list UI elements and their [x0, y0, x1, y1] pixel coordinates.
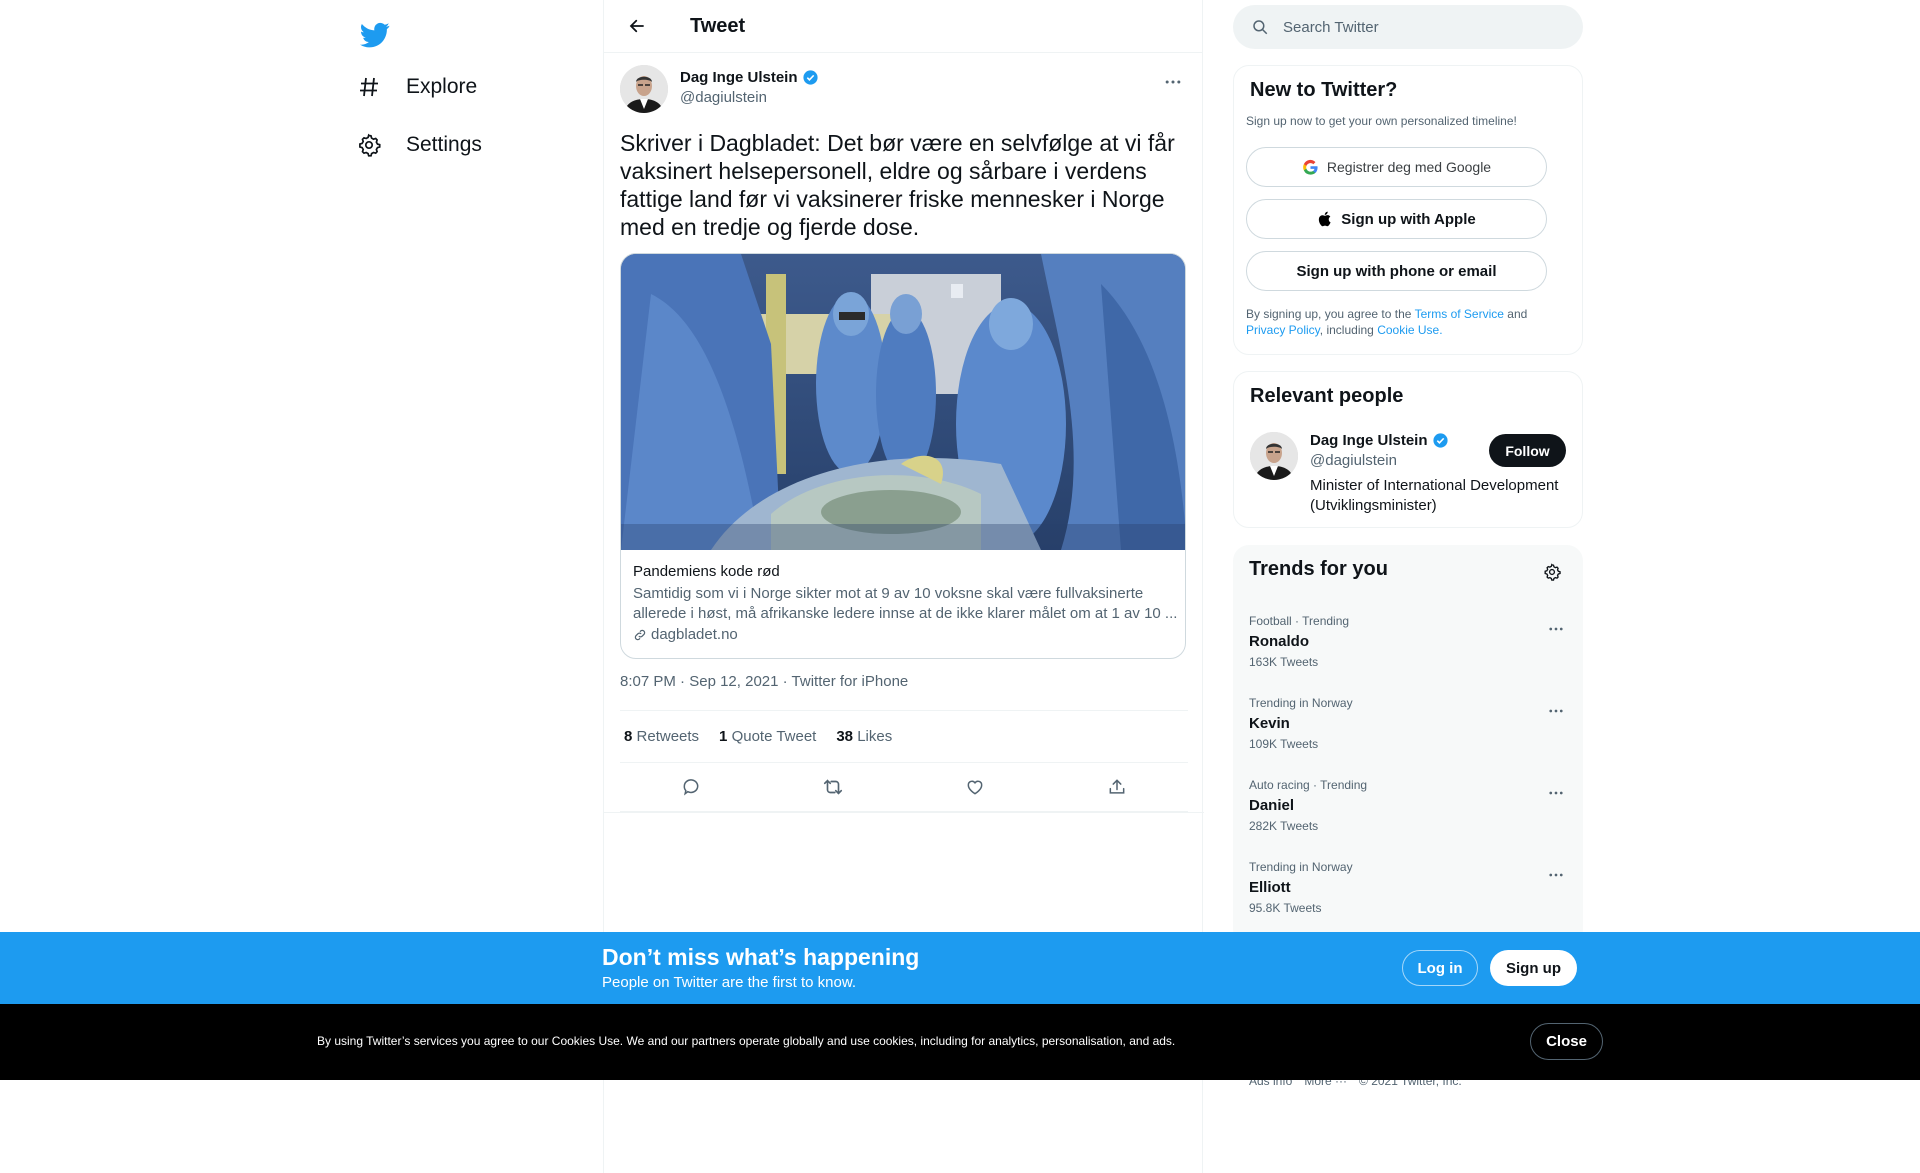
- signup-subtitle: Sign up now to get your own personalized…: [1246, 114, 1517, 128]
- reply-button[interactable]: [674, 770, 708, 804]
- apple-icon: [1319, 211, 1331, 227]
- close-button[interactable]: Close: [1530, 1023, 1603, 1060]
- arrow-left-icon: [629, 19, 644, 33]
- twitter-logo-icon[interactable]: [350, 10, 400, 60]
- cookie-use-link[interactable]: Cookie Use.: [1377, 323, 1442, 337]
- signup-title: New to Twitter?: [1250, 79, 1398, 101]
- relevant-person-bio: Minister of International Development (U…: [1310, 477, 1559, 514]
- more-horizontal-icon: [1549, 873, 1563, 877]
- search-box[interactable]: [1233, 5, 1583, 49]
- nav-item-explore[interactable]: Explore: [350, 62, 489, 112]
- apple-signup-button[interactable]: Sign up with Apple: [1246, 199, 1547, 239]
- gear-icon: [1544, 563, 1561, 581]
- retweets-stat[interactable]: 8 Retweets: [624, 728, 699, 745]
- terms-of-service-link[interactable]: Terms of Service: [1415, 307, 1504, 321]
- trends-settings-button[interactable]: [1537, 557, 1567, 587]
- author-name[interactable]: Dag Inge Ulstein: [680, 69, 819, 86]
- tweet-time[interactable]: 8:07 PM: [620, 673, 676, 690]
- signup-terms: By signing up, you agree to the Terms of…: [1246, 307, 1528, 337]
- share-button[interactable]: [1100, 770, 1134, 804]
- more-horizontal-icon: [1549, 791, 1563, 795]
- likes-stat[interactable]: 38 Likes: [836, 728, 892, 745]
- retweet-icon: [823, 779, 843, 795]
- gear-icon: [354, 130, 384, 160]
- login-banner: Don’t miss what’s happening People on Tw…: [0, 932, 1920, 1004]
- trends-title: Trends for you: [1249, 558, 1388, 580]
- search-input[interactable]: [1283, 18, 1543, 36]
- back-button[interactable]: [620, 9, 654, 43]
- banner-heading: Don’t miss what’s happening: [602, 944, 920, 970]
- cookie-banner: By using Twitter’s services you agree to…: [0, 1004, 1920, 1080]
- nav-item-label: Settings: [406, 133, 482, 156]
- relevant-people-panel: Relevant people Dag Inge Ulstein @dagiul…: [1233, 371, 1583, 528]
- share-icon: [1109, 779, 1125, 794]
- trend-more-button[interactable]: [1541, 696, 1571, 726]
- like-button[interactable]: [958, 770, 992, 804]
- signup-button[interactable]: Sign up: [1490, 950, 1577, 986]
- card-image: [621, 254, 1185, 550]
- tweet-actions: [620, 763, 1188, 812]
- trend-more-button[interactable]: [1541, 778, 1571, 808]
- trend-item[interactable]: Football · Trending Ronaldo 163K Tweets: [1233, 602, 1583, 684]
- google-icon: [1303, 159, 1318, 175]
- tweet-meta: 8:07 PM · Sep 12, 2021 · Twitter for iPh…: [620, 673, 908, 690]
- hashtag-icon: [354, 72, 384, 102]
- trends-panel: Trends for you Football · Trending Ronal…: [1233, 545, 1583, 945]
- relevant-person-handle[interactable]: @dagiulstein: [1310, 452, 1397, 469]
- more-horizontal-icon: [1549, 627, 1563, 631]
- signup-panel: New to Twitter? Sign up now to get your …: [1233, 65, 1583, 355]
- verified-badge-icon: [802, 70, 818, 85]
- card-title: Pandemiens kode rød: [633, 563, 780, 580]
- trend-more-button[interactable]: [1541, 614, 1571, 644]
- trend-more-button[interactable]: [1541, 860, 1571, 890]
- reply-icon: [683, 779, 699, 796]
- card-description: Samtidig som vi i Norge sikter mot at 9 …: [633, 585, 1178, 622]
- heart-icon: [967, 780, 983, 795]
- trend-item[interactable]: Auto racing · Trending Daniel 282K Tweet…: [1233, 766, 1583, 848]
- tweet-text: Skriver i Dagbladet: Det bør være en sel…: [620, 130, 1175, 240]
- more-horizontal-icon: [1165, 80, 1181, 84]
- divider: [604, 812, 1204, 813]
- more-options-button[interactable]: [1158, 67, 1188, 97]
- card-domain: dagbladet.no: [633, 626, 1178, 643]
- author-handle[interactable]: @dagiulstein: [680, 89, 767, 106]
- tweet-stats: 8 Retweets 1 Quote Tweet 38 Likes: [620, 710, 1188, 763]
- avatar[interactable]: [1250, 432, 1298, 480]
- trend-item[interactable]: Trending in Norway Elliott 95.8K Tweets: [1233, 848, 1583, 930]
- retweet-button[interactable]: [816, 770, 850, 804]
- nav-item-settings[interactable]: Settings: [350, 120, 494, 170]
- login-button[interactable]: Log in: [1402, 950, 1478, 986]
- tweet-source[interactable]: Twitter for iPhone: [792, 673, 909, 690]
- tweet-date[interactable]: Sep 12, 2021: [689, 673, 778, 690]
- phone-email-signup-button[interactable]: Sign up with phone or email: [1246, 251, 1547, 291]
- privacy-policy-link[interactable]: Privacy Policy: [1246, 323, 1320, 337]
- page-title: Tweet: [690, 14, 746, 37]
- quote-tweets-stat[interactable]: 1 Quote Tweet: [719, 728, 816, 745]
- avatar[interactable]: [620, 65, 668, 113]
- nav-item-label: Explore: [406, 75, 478, 98]
- separator: ·: [782, 673, 792, 690]
- search-icon: [1253, 20, 1268, 35]
- relevant-people-title: Relevant people: [1250, 385, 1404, 407]
- tweet-header: Tweet: [604, 0, 1202, 53]
- more-horizontal-icon: [1549, 709, 1563, 713]
- separator: ·: [680, 673, 690, 690]
- relevant-person-name[interactable]: Dag Inge Ulstein: [1310, 432, 1449, 449]
- trend-item[interactable]: Trending in Norway Kevin 109K Tweets: [1233, 684, 1583, 766]
- cookie-text: By using Twitter’s services you agree to…: [317, 1034, 1176, 1048]
- follow-button[interactable]: Follow: [1489, 434, 1566, 467]
- banner-subtext: People on Twitter are the first to know.: [602, 974, 857, 991]
- link-icon: [634, 629, 646, 640]
- card-body: Pandemiens kode rød Samtidig som vi i No…: [633, 562, 1178, 643]
- verified-badge-icon: [1432, 433, 1448, 448]
- link-card[interactable]: Pandemiens kode rød Samtidig som vi i No…: [620, 253, 1186, 659]
- google-signup-button[interactable]: Registrer deg med Google: [1246, 147, 1547, 187]
- tweet-author: Dag Inge Ulstein @dagiulstein: [620, 65, 1188, 115]
